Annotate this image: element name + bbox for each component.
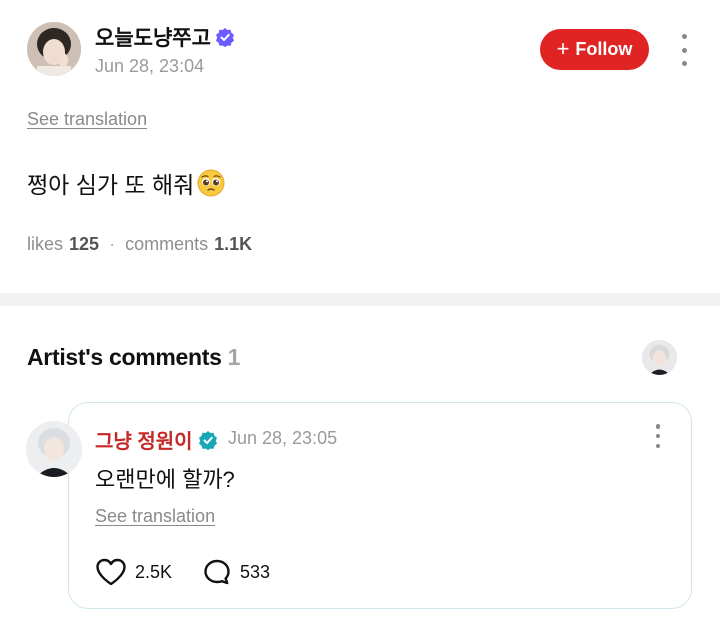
comment-likes-count: 2.5K [135,561,173,582]
separator-dot: · [109,234,116,254]
pleading-face-emoji [197,169,225,197]
artist-avatar-small-image [642,340,677,375]
verified-badge-icon [215,28,234,47]
section-divider [0,293,720,306]
author-name: 오늘도냥쭈고 [95,27,211,50]
post: 오늘도냥쭈고 Jun 28, 23:04 + Follow See transl… [0,0,720,293]
comment-more-icon[interactable] [648,424,668,448]
commenter-avatar[interactable] [26,421,82,477]
comments-label[interactable]: comments [125,234,208,255]
commenter-name-row[interactable]: 그냥 정원이 [95,425,218,454]
author-avatar-image [27,22,81,76]
author-name-row[interactable]: 오늘도냥쭈고 [95,22,235,52]
artist-comments-title: Artist's comments [27,344,222,370]
post-body: 쩡아 심가 또 해줘 [27,166,225,200]
post-timestamp: Jun 28, 23:04 [95,56,205,76]
comment-timestamp: Jun 28, 23:05 [228,428,338,448]
post-stats: likes 125 · comments 1.1K [27,234,252,255]
comment-body: 오랜만에 할까? [95,467,235,492]
likes-label: likes [27,234,64,254]
reply-button[interactable]: 533 [202,558,270,586]
likes-count: 125 [69,234,100,254]
comment-actions: 2.5K 533 [95,558,270,586]
more-vertical-icon[interactable] [674,34,694,66]
plus-icon: + [556,35,570,61]
follow-label: Follow [575,39,633,59]
commenter-name: 그냥 정원이 [95,431,193,453]
artist-comments-heading: Artist's comments 1 [27,344,240,371]
artist-comments-count: 1 [227,344,241,370]
post-body-text: 쩡아 심가 또 해줘 [27,172,195,198]
artist-verified-icon [198,430,217,450]
follow-button[interactable]: + Follow [540,29,649,70]
comment-bubble-icon [204,559,230,585]
like-button[interactable]: 2.5K [95,558,172,586]
comment-see-translation-link[interactable]: See translation [95,506,215,527]
comments-count[interactable]: 1.1K [214,234,252,255]
author-avatar[interactable] [27,22,81,76]
heart-icon [96,558,126,586]
artist-avatar-small[interactable] [642,340,677,375]
comment-replies-count: 533 [240,561,271,582]
see-translation-link[interactable]: See translation [27,109,147,130]
commenter-avatar-image [26,421,82,477]
